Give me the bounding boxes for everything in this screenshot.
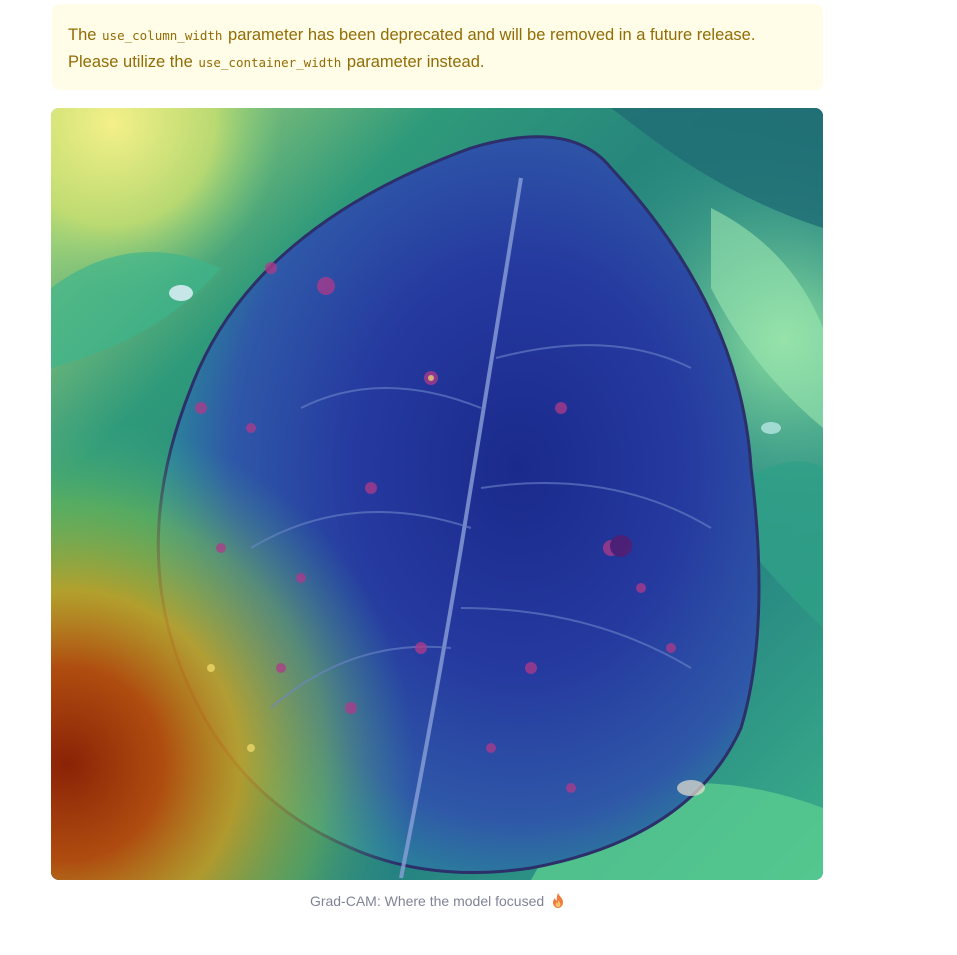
- leaf-heatmap-image: [51, 108, 823, 880]
- warning-text-before: The: [68, 26, 102, 44]
- fire-icon: [553, 893, 564, 908]
- warning-code-use-container-width: use_container_width: [198, 55, 342, 70]
- warning-code-use-column-width: use_column_width: [102, 28, 223, 43]
- caption-text: Grad-CAM: Where the model focused: [309, 893, 545, 909]
- image-caption: Grad-CAM: Where the model focused: [51, 891, 823, 911]
- app-main: The use_column_width parameter has been …: [0, 0, 957, 955]
- deprecation-warning: The use_column_width parameter has been …: [52, 4, 823, 90]
- warning-text-after: parameter instead.: [342, 53, 485, 71]
- gradcam-image: [51, 108, 823, 880]
